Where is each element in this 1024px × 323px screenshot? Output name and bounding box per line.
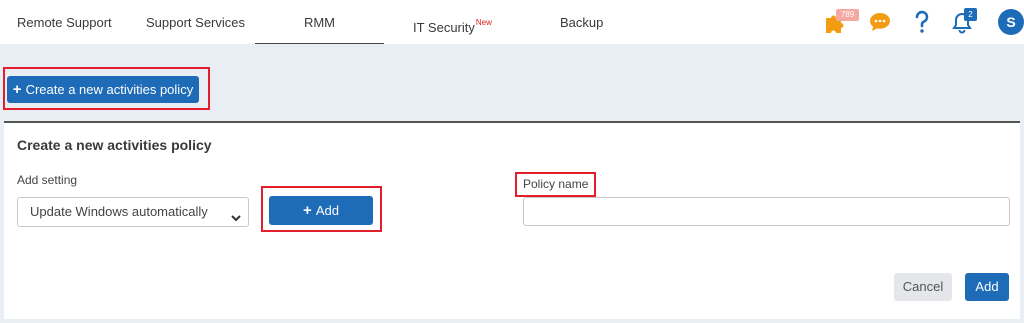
tab-rmm-label: RMM <box>303 15 336 30</box>
policy-name-input[interactable] <box>523 197 1010 226</box>
cancel-button[interactable]: Cancel <box>894 273 952 301</box>
create-policy-label: Create a new activities policy <box>25 82 194 97</box>
add-setting-button-label: Add <box>315 203 339 218</box>
setting-select[interactable]: Update Windows automatically <box>17 197 249 227</box>
avatar[interactable]: S <box>998 9 1024 35</box>
help-icon[interactable] <box>914 10 930 39</box>
policy-name-label: Policy name <box>523 177 589 191</box>
plus-icon: + <box>303 202 312 219</box>
add-setting-label: Add setting <box>17 173 78 187</box>
chevron-down-icon <box>230 206 242 234</box>
tab-backup[interactable]: Backup <box>560 0 603 44</box>
tab-support-services[interactable]: Support Services <box>146 0 245 44</box>
setting-select-value: Update Windows automatically <box>30 204 208 219</box>
tab-remote-support[interactable]: Remote Support <box>17 0 112 44</box>
new-badge: New <box>475 18 492 27</box>
tab-rmm[interactable]: RMM <box>255 0 384 44</box>
notification-count-badge: 2 <box>964 8 977 21</box>
submit-add-button[interactable]: Add <box>965 273 1009 301</box>
plus-icon: + <box>12 81 22 98</box>
puzzle-count-badge: 789 <box>836 9 859 21</box>
tab-it-security[interactable]: IT SecurityNew <box>413 0 492 44</box>
add-setting-button[interactable]: + Add <box>269 196 373 225</box>
create-policy-button[interactable]: + Create a new activities policy <box>7 76 199 103</box>
panel-title: Create a new activities policy <box>17 137 212 153</box>
tab-it-security-label: IT Security <box>413 20 475 35</box>
top-navigation: Remote Support Support Services RMM IT S… <box>0 0 1024 44</box>
chat-icon[interactable] <box>869 12 891 37</box>
